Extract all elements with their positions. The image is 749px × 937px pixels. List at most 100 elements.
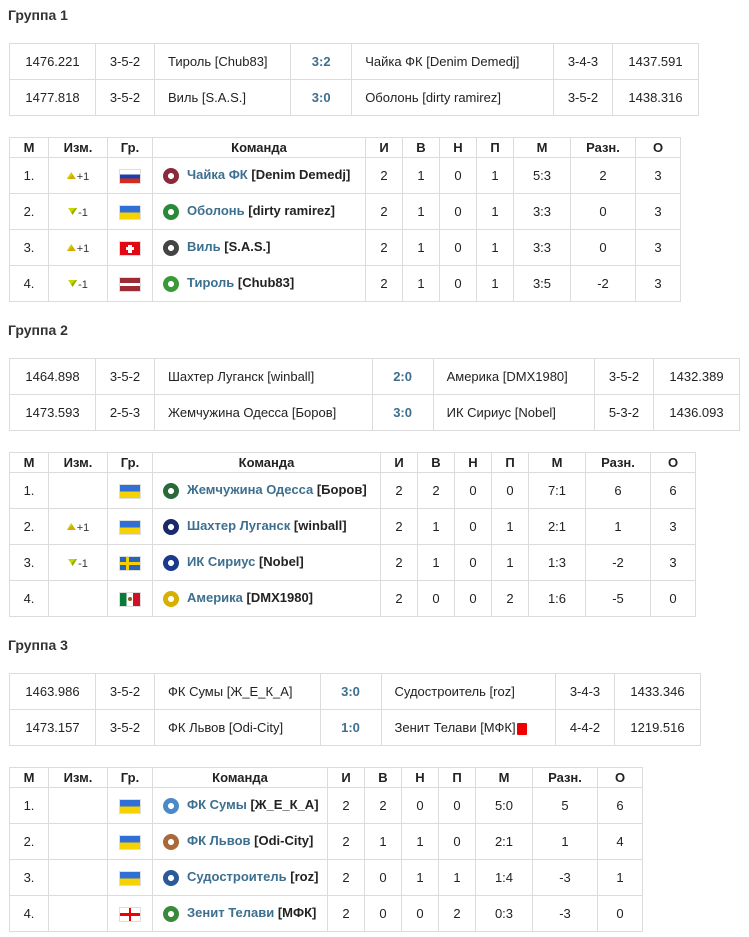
country-cell [107,265,153,302]
away-team[interactable]: Зенит Телави [МФК] [380,709,556,746]
team-cell[interactable]: Чайка ФК [Denim Demedj] [152,157,366,194]
team-name-link[interactable]: Зенит Телави [187,905,274,920]
match-score[interactable]: 2:0 [371,358,434,395]
position: 1. [9,472,49,509]
match-row[interactable]: 1476.221 3-5-2 Тироль [Chub83] 3:2 Чайка ФК … [9,43,699,80]
away-team[interactable]: Судостроитель [roz] [380,673,556,710]
team-name-link[interactable]: Судостроитель [187,869,287,884]
sirius-crest-icon [163,554,179,571]
column-header-pos[interactable]: М [9,452,49,473]
away-team[interactable]: ИК Сириус [Nobel] [432,394,596,431]
team-cell[interactable]: ИК Сириус [Nobel] [152,544,381,581]
column-header-team[interactable]: Команда [152,767,328,788]
home-team[interactable]: Шахтер Луганск [winball] [154,358,373,395]
table-row[interactable]: 1. Жемчужина Одесса [Боров] 2 2 0 0 7:1 6 6 [9,472,696,509]
team-name-link[interactable]: ФК Сумы [187,797,247,812]
column-header-pts[interactable]: О [650,452,696,473]
table-row[interactable]: 3. +1 Виль [S.A.S.] 2 1 0 1 3:3 0 3 [9,229,681,266]
match-row[interactable]: 1473.593 2-5-3 Жемчужина Одесса [Боров] 3:0… [9,394,740,431]
team-name-link[interactable]: Чайка ФК [187,167,248,182]
column-header-flag[interactable]: Гр. [107,452,153,473]
column-header-chg[interactable]: Изм. [48,767,108,788]
table-row[interactable]: 4. -1 Тироль [Chub83] 2 1 0 1 3:5 -2 3 [9,265,681,302]
column-header-w[interactable]: В [402,137,440,158]
team-cell[interactable]: Шахтер Луганск [winball] [152,508,381,545]
away-formation-text: 3-5-2 [608,369,640,384]
column-header-w[interactable]: В [364,767,402,788]
column-header-diff[interactable]: Разн. [532,767,598,788]
away-team[interactable]: Чайка ФК [Denim Demedj] [351,43,554,80]
match-score[interactable]: 3:0 [371,394,434,431]
home-team[interactable]: Жемчужина Одесса [Боров] [154,394,373,431]
column-header-team[interactable]: Команда [152,137,366,158]
column-header-pos[interactable]: М [9,137,49,158]
column-header-pos[interactable]: М [9,767,49,788]
column-header-l[interactable]: П [491,452,529,473]
column-header-goals[interactable]: М [475,767,533,788]
team-cell[interactable]: Жемчужина Одесса [Боров] [152,472,381,509]
team-cell[interactable]: Тироль [Chub83] [152,265,366,302]
table-row[interactable]: 3. -1 ИК Сириус [Nobel] 2 1 0 1 1:3 -2 3 [9,544,696,581]
team-cell[interactable]: Америка [DMX1980] [152,580,381,617]
column-header-l[interactable]: П [476,137,514,158]
match-row[interactable]: 1477.818 3-5-2 Виль [S.A.S.] 3:0 Оболонь [di… [9,79,699,116]
table-row[interactable]: 1. +1 Чайка ФК [Denim Demedj] 2 1 0 1 5:3 2 3 [9,157,681,194]
match-row[interactable]: 1464.898 3-5-2 Шахтер Луганск [winball] 2:0… [9,358,740,395]
home-team[interactable]: Виль [S.A.S.] [153,79,292,116]
column-header-d[interactable]: Н [454,452,492,473]
team-name-link[interactable]: ФК Львов [187,833,251,848]
match-score[interactable]: 3:0 [290,79,353,116]
column-header-l[interactable]: П [438,767,476,788]
column-header-flag[interactable]: Гр. [107,767,153,788]
home-team[interactable]: ФК Львов [Odi-City] [154,709,321,746]
table-row[interactable]: 4. Америка [DMX1980] 2 0 0 2 1:6 -5 0 [9,580,696,617]
column-header-d[interactable]: Н [439,137,477,158]
team-cell[interactable]: ФК Сумы [Ж_Е_К_А] [152,787,328,824]
games-played: 2 [365,193,403,230]
match-row[interactable]: 1463.986 3-5-2 ФК Сумы [Ж_Е_К_А] 3:0 Судостр… [9,673,701,710]
column-header-pts[interactable]: О [597,767,643,788]
column-header-diff[interactable]: Разн. [585,452,651,473]
team-cell[interactable]: ФК Львов [Odi-City] [152,823,328,860]
table-row[interactable]: 4. Зенит Телави [МФК] 2 0 0 2 0:3 -3 0 [9,895,643,932]
away-team[interactable]: Америка [DMX1980] [432,358,596,395]
position: 2. [9,193,49,230]
team-cell[interactable]: Оболонь [dirty ramirez] [152,193,366,230]
seagull-crest-icon [163,167,179,184]
table-row[interactable]: 2. ФК Львов [Odi-City] 2 1 1 0 2:1 1 4 [9,823,643,860]
column-header-g[interactable]: И [365,137,403,158]
column-header-goals[interactable]: М [513,137,571,158]
team-name-link[interactable]: Тироль [187,275,234,290]
away-team[interactable]: Оболонь [dirty ramirez] [351,79,554,116]
column-header-diff[interactable]: Разн. [570,137,636,158]
table-row[interactable]: 2. +1 Шахтер Луганск [winball] 2 1 0 1 2:1 1 3 [9,508,696,545]
match-score[interactable]: 3:2 [290,43,353,80]
team-cell[interactable]: Судостроитель [roz] [152,859,328,896]
team-name-link[interactable]: ИК Сириус [187,554,255,569]
home-team[interactable]: ФК Сумы [Ж_Е_К_А] [154,673,321,710]
match-row[interactable]: 1473.157 3-5-2 ФК Львов [Odi-City] 1:0 Зенит… [9,709,701,746]
column-header-w[interactable]: В [417,452,455,473]
table-row[interactable]: 3. Судостроитель [roz] 2 0 1 1 1:4 -3 1 [9,859,643,896]
column-header-g[interactable]: И [327,767,365,788]
team-name-link[interactable]: Оболонь [187,203,245,218]
column-header-d[interactable]: Н [401,767,439,788]
team-name-link[interactable]: Виль [187,239,221,254]
team-cell[interactable]: Зенит Телави [МФК] [152,895,328,932]
column-header-g[interactable]: И [380,452,418,473]
column-header-chg[interactable]: Изм. [48,452,108,473]
column-header-team[interactable]: Команда [152,452,381,473]
team-name-link[interactable]: Шахтер Луганск [187,518,290,533]
column-header-chg[interactable]: Изм. [48,137,108,158]
table-row[interactable]: 1. ФК Сумы [Ж_Е_К_А] 2 2 0 0 5:0 5 6 [9,787,643,824]
team-name-link[interactable]: Жемчужина Одесса [187,482,313,497]
team-name-link[interactable]: Америка [187,590,243,605]
team-cell[interactable]: Виль [S.A.S.] [152,229,366,266]
match-score[interactable]: 3:0 [319,673,382,710]
column-header-flag[interactable]: Гр. [107,137,153,158]
table-row[interactable]: 2. -1 Оболонь [dirty ramirez] 2 1 0 1 3:3 0 3 [9,193,681,230]
match-score[interactable]: 1:0 [319,709,382,746]
home-team[interactable]: Тироль [Chub83] [153,43,292,80]
column-header-goals[interactable]: М [528,452,586,473]
column-header-pts[interactable]: О [635,137,681,158]
